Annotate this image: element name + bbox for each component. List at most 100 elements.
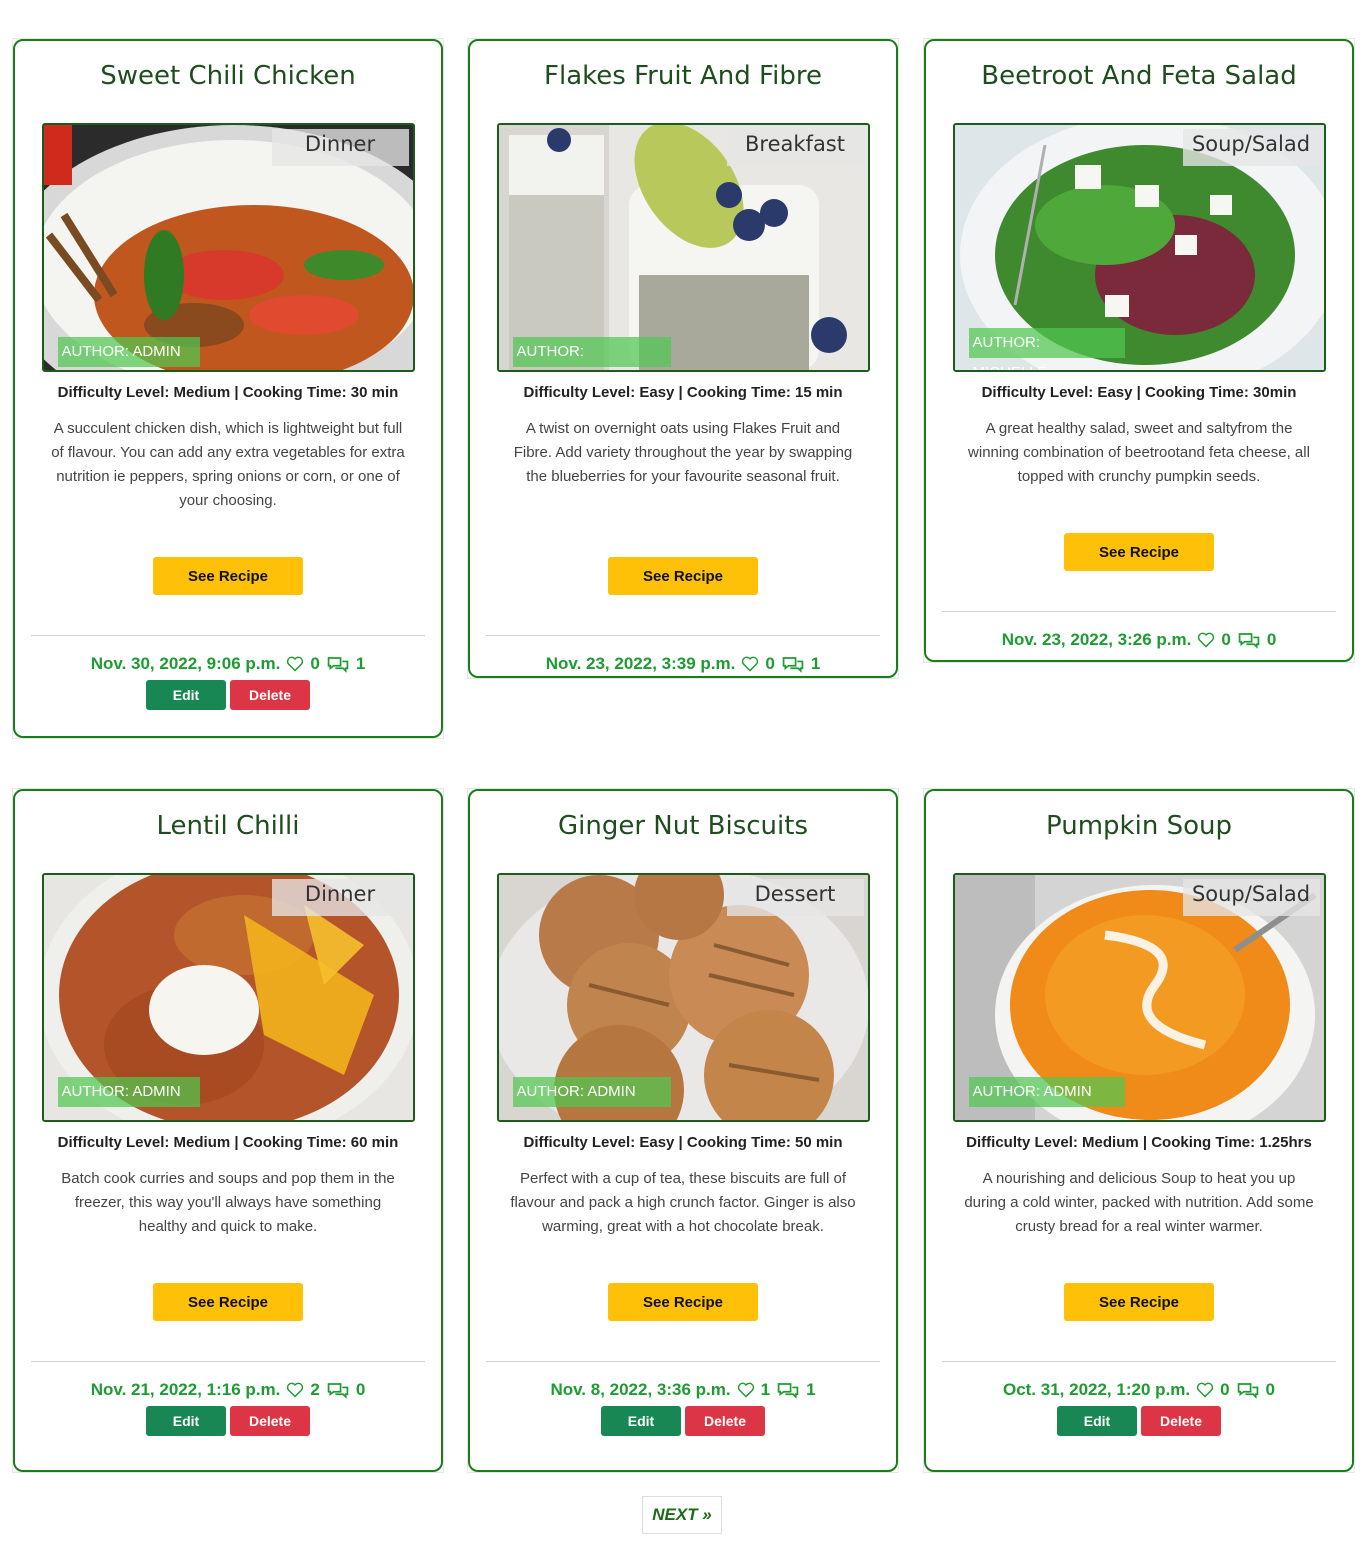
author-tag: AUTHOR: MICHELLE: [968, 328, 1125, 370]
recipe-title: Lentil Chilli: [156, 811, 300, 841]
recipe-card-body: Pumpkin Soup Soup/Salad AUTHOR: ADMIN Di…: [924, 789, 1354, 1472]
recipe-description: A great healthy salad, sweet and saltyfr…: [968, 420, 1310, 485]
author-tag: AUTHOR: ADMIN: [57, 337, 200, 367]
card-footer: Oct. 31, 2022, 1:20 p.m. 0 0 Edit Delete: [942, 1361, 1336, 1436]
recipe-card: Pumpkin Soup Soup/Salad AUTHOR: ADMIN Di…: [923, 788, 1355, 1473]
heart-icon[interactable]: [1197, 632, 1215, 648]
comments-icon: [327, 657, 349, 673]
comment-count: 0: [1266, 630, 1277, 649]
recipe-image[interactable]: Breakfast AUTHOR: MICHELLE: [496, 123, 870, 372]
difficulty-time: Difficulty Level: Medium | Cooking Time:…: [57, 1134, 399, 1151]
delete-button[interactable]: Delete: [230, 680, 310, 710]
recipe-card-body: Lentil Chilli Dinner AUTHOR: ADMIN Diffi…: [13, 789, 443, 1472]
heart-icon[interactable]: [286, 1382, 304, 1398]
category-tag: Dessert: [726, 879, 864, 916]
difficulty-time: Difficulty Level: Easy | Cooking Time: 5…: [523, 1134, 843, 1151]
category-tag: Dinner: [271, 879, 409, 916]
post-date: Oct. 31, 2022, 1:20 p.m.: [1002, 1380, 1191, 1399]
heart-icon[interactable]: [737, 1382, 755, 1398]
comment-count: 1: [806, 1380, 816, 1399]
comments-icon: [777, 1383, 799, 1399]
category-tag: Dinner: [271, 129, 409, 166]
recipe-title: Sweet Chili Chicken: [100, 61, 356, 91]
recipe-card-body: Flakes Fruit And Fibre Breakfast AUTHOR:…: [468, 39, 898, 678]
recipe-title: Beetroot And Feta Salad: [981, 61, 1297, 91]
comment-count: 1: [355, 654, 366, 673]
comments-icon: [1237, 1383, 1258, 1399]
like-count: 0: [1220, 1380, 1230, 1399]
difficulty-time: Difficulty Level: Easy | Cooking Time: 3…: [981, 384, 1297, 401]
card-footer: Nov. 23, 2022, 3:39 p.m. 0 1: [486, 635, 880, 674]
recipe-stats: Nov. 8, 2022, 3:36 p.m. 1 1: [486, 1380, 880, 1400]
recipe-card: Sweet Chili Chicken Dinner AUTHOR: ADMIN…: [12, 38, 444, 739]
recipe-image[interactable]: Soup/Salad AUTHOR: ADMIN: [952, 873, 1326, 1122]
like-count: 1: [760, 1380, 771, 1399]
edit-button[interactable]: Edit: [146, 1406, 226, 1436]
recipe-title: Flakes Fruit And Fibre: [544, 61, 822, 91]
see-recipe-button[interactable]: See Recipe: [153, 557, 303, 595]
heart-icon[interactable]: [1196, 1382, 1214, 1398]
recipe-card: Ginger Nut Biscuits Dessert AUTHOR: ADMI…: [467, 788, 899, 1473]
owner-actions: Edit Delete: [486, 1406, 880, 1436]
recipe-image[interactable]: Dinner AUTHOR: ADMIN: [41, 123, 415, 372]
recipe-description: A twist on overnight oats using Flakes F…: [513, 420, 853, 485]
category-tag: Soup/Salad: [1182, 129, 1320, 166]
owner-actions: Edit Delete: [942, 1406, 1336, 1436]
difficulty-time: Difficulty Level: Medium | Cooking Time:…: [966, 1134, 1312, 1151]
see-recipe-button[interactable]: See Recipe: [608, 1283, 758, 1321]
heart-icon[interactable]: [741, 656, 759, 672]
recipe-image[interactable]: Dessert AUTHOR: ADMIN: [496, 873, 870, 1122]
author-tag: AUTHOR: ADMIN: [512, 1077, 671, 1107]
delete-button[interactable]: Delete: [1141, 1406, 1221, 1436]
owner-actions: Edit Delete: [31, 1406, 425, 1436]
heart-icon[interactable]: [286, 656, 304, 672]
comments-icon: [1238, 633, 1260, 649]
author-tag: AUTHOR: MICHELLE: [512, 337, 671, 367]
edit-button[interactable]: Edit: [1057, 1406, 1137, 1436]
recipe-stats: Oct. 31, 2022, 1:20 p.m. 0 0: [942, 1380, 1336, 1400]
recipe-stats: Nov. 30, 2022, 9:06 p.m. 0 1: [31, 654, 425, 674]
see-recipe-button[interactable]: See Recipe: [608, 557, 758, 595]
like-count: 2: [310, 1380, 320, 1399]
difficulty-time: Difficulty Level: Medium | Cooking Time:…: [57, 384, 399, 401]
next-page-button[interactable]: NEXT »: [642, 1496, 722, 1534]
recipe-stats: Nov. 23, 2022, 3:39 p.m. 0 1: [486, 654, 880, 674]
recipe-card: Lentil Chilli Dinner AUTHOR: ADMIN Diffi…: [12, 788, 444, 1473]
post-date: Nov. 23, 2022, 3:26 p.m.: [1001, 630, 1192, 649]
comment-count: 1: [810, 654, 821, 673]
like-count: 0: [765, 654, 775, 673]
recipe-stats: Nov. 21, 2022, 1:16 p.m. 2 0: [31, 1380, 425, 1400]
card-footer: Nov. 8, 2022, 3:36 p.m. 1 1 Edit Delete: [486, 1361, 880, 1436]
delete-button[interactable]: Delete: [685, 1406, 765, 1436]
card-footer: Nov. 30, 2022, 9:06 p.m. 0 1 Edit Delete: [31, 635, 425, 710]
edit-button[interactable]: Edit: [601, 1406, 681, 1436]
recipe-description: Batch cook curries and soups and pop the…: [61, 1170, 395, 1235]
recipe-card-body: Ginger Nut Biscuits Dessert AUTHOR: ADMI…: [468, 789, 898, 1472]
post-date: Nov. 21, 2022, 1:16 p.m.: [90, 1380, 281, 1399]
recipe-image[interactable]: Dinner AUTHOR: ADMIN: [41, 873, 415, 1122]
recipe-card-body: Sweet Chili Chicken Dinner AUTHOR: ADMIN…: [13, 39, 443, 738]
recipe-stats: Nov. 23, 2022, 3:26 p.m. 0 0: [942, 630, 1336, 650]
recipe-description: A nourishing and delicious Soup to heat …: [964, 1170, 1314, 1235]
difficulty-time: Difficulty Level: Easy | Cooking Time: 1…: [523, 384, 843, 401]
recipe-description: Perfect with a cup of tea, these biscuit…: [510, 1170, 856, 1235]
recipe-title: Ginger Nut Biscuits: [557, 811, 809, 841]
see-recipe-button[interactable]: See Recipe: [1064, 533, 1214, 571]
recipe-image[interactable]: Soup/Salad AUTHOR: MICHELLE: [952, 123, 1326, 372]
recipe-card-body: Beetroot And Feta Salad Soup/Salad AUTHO…: [924, 39, 1354, 662]
owner-actions: Edit Delete: [31, 680, 425, 710]
see-recipe-button[interactable]: See Recipe: [1064, 1283, 1214, 1321]
recipe-description: A succulent chicken dish, which is light…: [51, 420, 405, 509]
comments-icon: [782, 657, 804, 673]
post-date: Nov. 8, 2022, 3:36 p.m.: [550, 1380, 731, 1399]
author-tag: AUTHOR: ADMIN: [57, 1077, 200, 1107]
edit-button[interactable]: Edit: [146, 680, 226, 710]
comment-count: 0: [1265, 1380, 1276, 1399]
recipe-card: Flakes Fruit And Fibre Breakfast AUTHOR:…: [467, 38, 899, 679]
see-recipe-button[interactable]: See Recipe: [153, 1283, 303, 1321]
post-date: Nov. 30, 2022, 9:06 p.m.: [90, 654, 281, 673]
author-tag: AUTHOR: ADMIN: [968, 1077, 1125, 1107]
recipe-title: Pumpkin Soup: [1046, 811, 1232, 841]
category-tag: Breakfast: [726, 129, 864, 166]
delete-button[interactable]: Delete: [230, 1406, 310, 1436]
